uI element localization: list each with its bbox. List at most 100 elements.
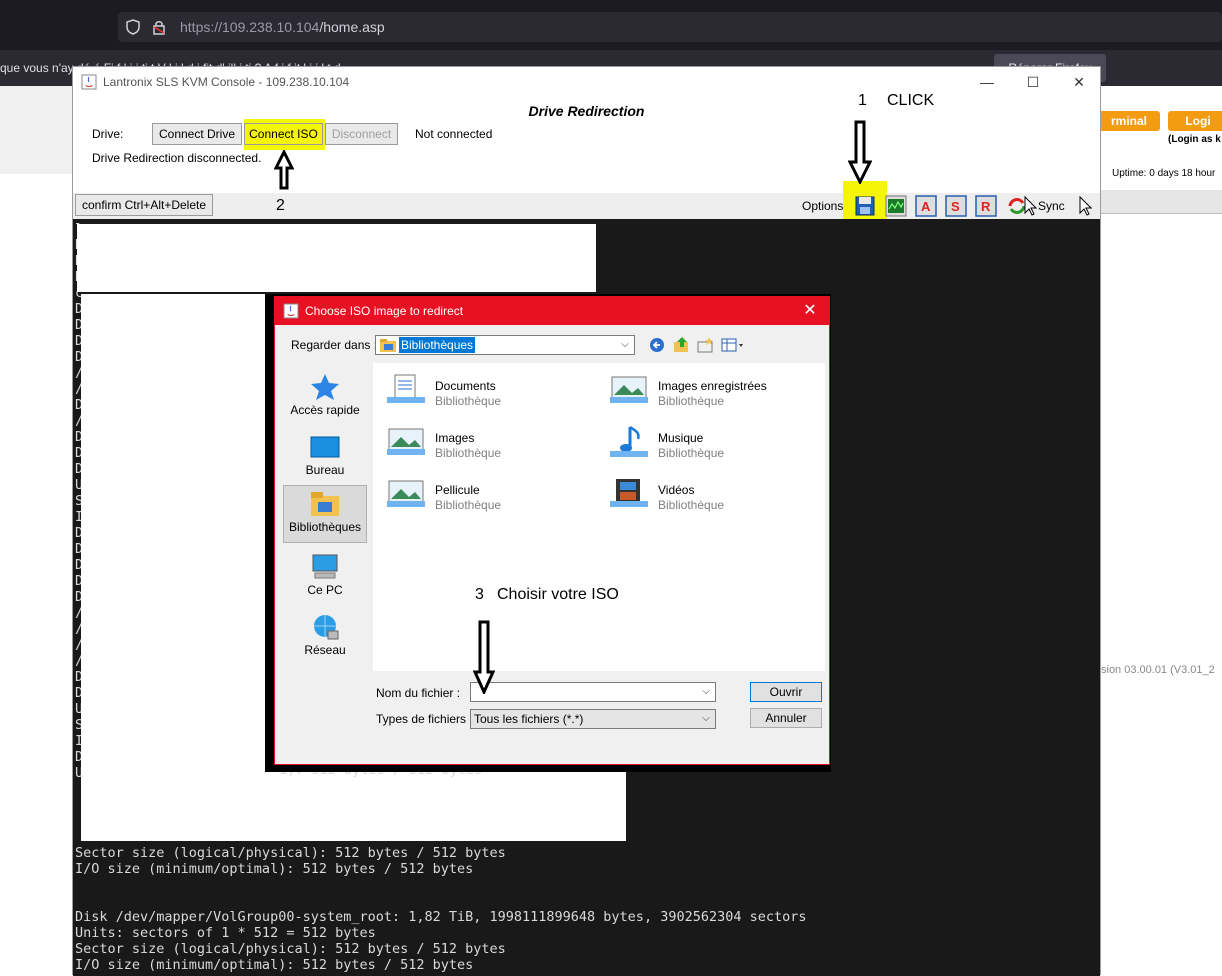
star-icon bbox=[311, 374, 339, 400]
file-item-name: Documents bbox=[435, 379, 496, 393]
kvm-title-text: Lantronix SLS KVM Console - 109.238.10.1… bbox=[103, 75, 350, 89]
music-icon bbox=[610, 425, 648, 457]
file-item-name: Images bbox=[435, 431, 475, 445]
svg-text:A: A bbox=[921, 199, 931, 214]
chevron-down-icon: ⌵ bbox=[702, 713, 710, 724]
nav-libraries[interactable]: Bibliothèques bbox=[283, 485, 367, 543]
minimize-button[interactable]: — bbox=[964, 67, 1010, 97]
annotation-step-3: 3 bbox=[475, 586, 484, 603]
nav-label: Bibliothèques bbox=[288, 520, 362, 534]
svg-text:R: R bbox=[981, 199, 991, 214]
filetype-value: Tous les fichiers (*.*) bbox=[474, 712, 584, 726]
floppy-disk-icon[interactable] bbox=[854, 195, 876, 217]
dialog-title-text: Choose ISO image to redirect bbox=[305, 304, 464, 318]
url-host: https://109.238.10.104 bbox=[180, 19, 320, 35]
file-item-type: Bibliothèque bbox=[658, 446, 725, 460]
file-item[interactable]: Documents Bibliothèque bbox=[377, 363, 597, 409]
address-bar[interactable]: https://109.238.10.104/home.asp bbox=[118, 12, 1222, 42]
drive-redirection-heading: Drive Redirection bbox=[528, 103, 645, 119]
redacted-block bbox=[81, 294, 266, 841]
desktop-icon bbox=[310, 436, 340, 458]
file-item-name: Images enregistrées bbox=[658, 379, 767, 393]
close-button[interactable]: ✕ bbox=[1056, 67, 1102, 97]
pointer-mode-icon[interactable] bbox=[1077, 195, 1095, 217]
options-label[interactable]: Options bbox=[802, 199, 843, 213]
confirm-ctrl-alt-delete-button[interactable]: confirm Ctrl+Alt+Delete bbox=[75, 194, 213, 216]
camera-roll-icon bbox=[387, 480, 425, 507]
up-folder-icon[interactable] bbox=[673, 336, 691, 354]
filetype-select[interactable]: Tous les fichiers (*.*) ⌵ bbox=[470, 709, 716, 729]
annotation-click: CLICK bbox=[887, 92, 935, 109]
nav-label: Accès rapide bbox=[290, 403, 360, 417]
lock-icon bbox=[153, 21, 165, 35]
nav-label: Réseau bbox=[304, 643, 346, 657]
annotation-step-1: 1 bbox=[858, 92, 867, 109]
file-item-type: Bibliothèque bbox=[435, 446, 502, 460]
file-item-name: Vidéos bbox=[658, 483, 695, 497]
videos-icon bbox=[610, 479, 648, 507]
filename-input[interactable]: ⌵ bbox=[470, 682, 716, 702]
key-s-icon[interactable]: S bbox=[945, 195, 967, 217]
nav-quick-access[interactable]: Accès rapide bbox=[283, 369, 367, 427]
file-item[interactable]: Images Bibliothèque bbox=[377, 415, 597, 461]
url-text: https://109.238.10.104/home.asp bbox=[180, 12, 385, 42]
file-item-type: Bibliothèque bbox=[658, 498, 725, 512]
pictures-icon bbox=[387, 428, 425, 455]
file-item[interactable]: Images enregistrées Bibliothèque bbox=[600, 363, 820, 409]
new-folder-icon[interactable] bbox=[697, 336, 715, 354]
file-item[interactable]: Vidéos Bibliothèque bbox=[600, 467, 820, 513]
arrow-up-icon bbox=[274, 150, 294, 190]
dialog-close-button[interactable]: ✕ bbox=[795, 297, 825, 325]
arrow-down-icon bbox=[473, 620, 495, 694]
url-path: /home.asp bbox=[319, 19, 385, 35]
connect-drive-button[interactable]: Connect Drive bbox=[152, 123, 242, 145]
filetype-label: Types de fichiers : bbox=[376, 712, 473, 726]
nav-label: Bureau bbox=[305, 463, 345, 477]
back-icon[interactable] bbox=[649, 337, 665, 353]
connect-iso-button[interactable]: Connect ISO bbox=[244, 123, 323, 145]
login-note: (Login as k bbox=[1168, 134, 1221, 145]
shield-icon bbox=[126, 19, 140, 35]
computer-icon bbox=[312, 554, 338, 579]
view-menu-icon[interactable] bbox=[721, 337, 747, 353]
key-r-icon[interactable]: R bbox=[975, 195, 997, 217]
svg-text:S: S bbox=[951, 199, 960, 214]
file-item-type: Bibliothèque bbox=[435, 498, 502, 512]
look-in-combo[interactable]: Bibliothèques ⌵ bbox=[375, 335, 635, 355]
terminal-line: I/O size (minimum/optimal): 512 bytes / … bbox=[75, 861, 474, 877]
nav-network[interactable]: Réseau bbox=[283, 609, 367, 667]
terminal-button[interactable]: rminal bbox=[1098, 111, 1160, 131]
documents-icon bbox=[387, 374, 425, 403]
network-icon bbox=[314, 615, 339, 640]
file-item[interactable]: Musique Bibliothèque bbox=[600, 415, 820, 461]
terminal-line: Sector size (logical/physical): 512 byte… bbox=[75, 845, 506, 861]
terminal-line: Disk /dev/mapper/VolGroup00-system_root:… bbox=[75, 909, 807, 925]
page-left-panel bbox=[0, 86, 72, 174]
file-item-type: Bibliothèque bbox=[435, 394, 502, 408]
file-item[interactable]: Pellicule Bibliothèque bbox=[377, 467, 597, 513]
performance-icon[interactable] bbox=[885, 195, 907, 217]
login-button[interactable]: Logi bbox=[1168, 111, 1222, 131]
maximize-button[interactable]: ☐ bbox=[1010, 67, 1056, 97]
open-button[interactable]: Ouvrir bbox=[750, 682, 822, 702]
terminal-line: Sector size (logical/physical): 512 byte… bbox=[75, 941, 506, 957]
file-item-name: Pellicule bbox=[435, 483, 480, 497]
kvm-toolbar: confirm Ctrl+Alt+Delete Options A S R Sy… bbox=[73, 181, 1100, 221]
key-a-icon[interactable]: A bbox=[915, 195, 937, 217]
cancel-button[interactable]: Annuler bbox=[750, 708, 822, 728]
drive-redirection-panel: Drive Redirection Drive: Connect Drive C… bbox=[73, 97, 1100, 193]
look-in-value: Bibliothèques bbox=[399, 337, 476, 353]
look-in-label: Regarder dans : bbox=[291, 338, 378, 352]
page-right-bar bbox=[1101, 190, 1222, 214]
nav-this-pc[interactable]: Ce PC bbox=[283, 549, 367, 607]
kvm-titlebar: Lantronix SLS KVM Console - 109.238.10.1… bbox=[73, 67, 1100, 97]
sync-label[interactable]: Sync bbox=[1038, 199, 1065, 213]
disconnect-button[interactable]: Disconnect bbox=[325, 123, 398, 145]
nav-desktop[interactable]: Bureau bbox=[283, 429, 367, 487]
terminal-line: I/O size (minimum/optimal): 512 bytes / … bbox=[75, 957, 474, 973]
libraries-icon bbox=[311, 492, 339, 516]
choose-iso-dialog: Choose ISO image to redirect ✕ Regarder … bbox=[274, 296, 830, 765]
arrow-down-icon bbox=[848, 120, 872, 184]
chevron-down-icon: ⌵ bbox=[702, 686, 710, 697]
redirection-message: Drive Redirection disconnected. bbox=[92, 151, 262, 165]
